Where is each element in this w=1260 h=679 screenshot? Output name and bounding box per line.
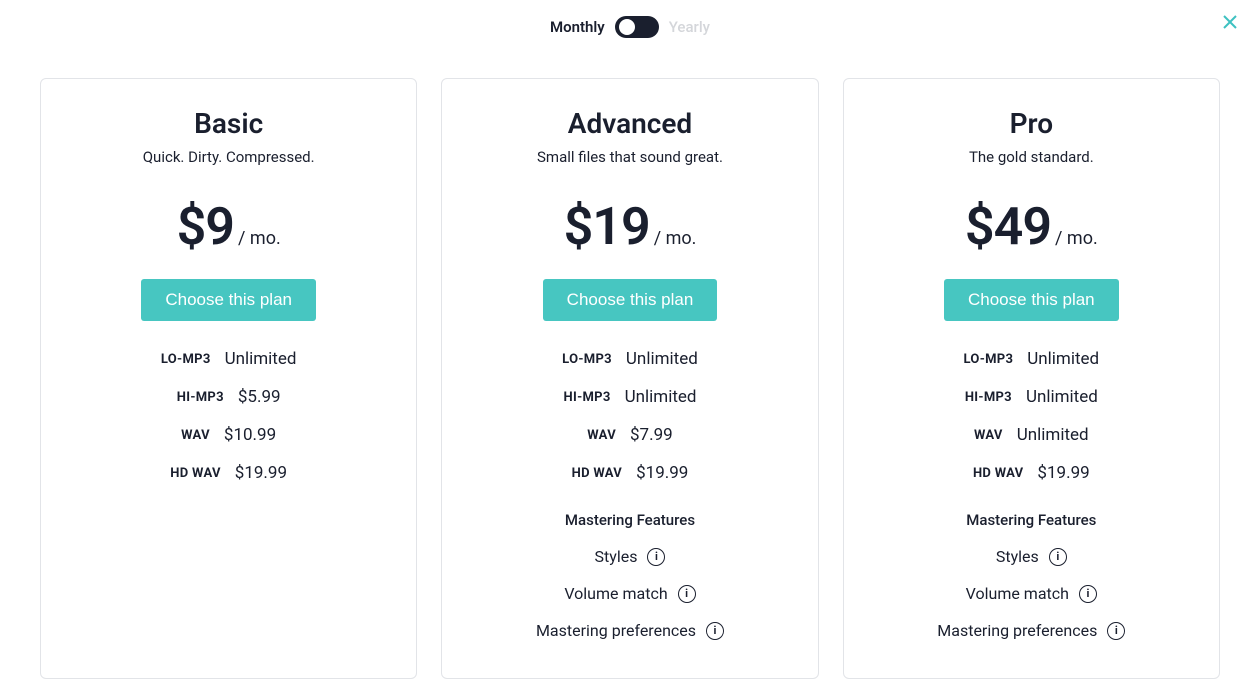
mastering-item-label: Styles <box>996 547 1039 566</box>
info-icon[interactable]: i <box>647 548 665 566</box>
feature-row: HI-MP3 $5.99 <box>61 387 396 407</box>
mastering-item-label: Mastering preferences <box>937 621 1097 640</box>
feature-row: HD WAV $19.99 <box>61 463 396 483</box>
monthly-label[interactable]: Monthly <box>550 18 605 36</box>
feature-key: HI-MP3 <box>965 390 1012 405</box>
info-icon[interactable]: i <box>678 585 696 603</box>
plan-card-pro: Pro The gold standard. $49/ mo. Choose this… <box>843 78 1220 679</box>
info-icon[interactable]: i <box>706 622 724 640</box>
mastering-item: Volume match i <box>864 584 1199 603</box>
price-period: / mo. <box>1055 228 1098 249</box>
feature-row: HI-MP3 Unlimited <box>864 387 1199 407</box>
price-row: $9/ mo. <box>61 196 396 257</box>
price-row: $49/ mo. <box>864 196 1199 257</box>
feature-value: $19.99 <box>636 463 688 483</box>
price-row: $19/ mo. <box>462 196 797 257</box>
price-amount: $19 <box>564 196 650 257</box>
feature-key: HI-MP3 <box>563 390 610 405</box>
mastering-item-label: Volume match <box>966 584 1069 603</box>
plan-name: Advanced <box>462 107 797 140</box>
yearly-label[interactable]: Yearly <box>669 18 710 36</box>
feature-row: LO-MP3 Unlimited <box>864 349 1199 369</box>
feature-row: WAV $7.99 <box>462 425 797 445</box>
price-period: / mo. <box>238 228 281 249</box>
mastering-item: Volume match i <box>462 584 797 603</box>
billing-toggle: Monthly Yearly <box>0 0 1260 48</box>
feature-list: LO-MP3 Unlimited HI-MP3 $5.99 WAV $10.99 HD WA… <box>61 349 396 483</box>
feature-value: Unlimited <box>625 387 697 407</box>
plan-tagline: Small files that sound great. <box>462 148 797 166</box>
choose-plan-button[interactable]: Choose this plan <box>141 279 316 321</box>
feature-value: Unlimited <box>1026 387 1098 407</box>
feature-key: HD WAV <box>572 466 622 481</box>
plan-card-basic: Basic Quick. Dirty. Compressed. $9/ mo. Cho… <box>40 78 417 679</box>
feature-value: Unlimited <box>626 349 698 369</box>
mastering-item: Mastering preferences i <box>462 621 797 640</box>
feature-value: $5.99 <box>238 387 281 407</box>
plan-tagline: The gold standard. <box>864 148 1199 166</box>
feature-value: $19.99 <box>1037 463 1089 483</box>
feature-key: LO-MP3 <box>562 352 612 367</box>
feature-value: $10.99 <box>224 425 276 445</box>
plan-card-advanced: Advanced Small files that sound great. $19… <box>441 78 818 679</box>
price-period: / mo. <box>654 228 697 249</box>
info-icon[interactable]: i <box>1049 548 1067 566</box>
feature-list: LO-MP3 Unlimited HI-MP3 Unlimited WAV Unlimit… <box>864 349 1199 483</box>
billing-switch[interactable] <box>615 16 659 38</box>
feature-value: $19.99 <box>235 463 287 483</box>
feature-key: LO-MP3 <box>964 352 1014 367</box>
feature-key: HI-MP3 <box>177 390 224 405</box>
feature-key: LO-MP3 <box>161 352 211 367</box>
choose-plan-button[interactable]: Choose this plan <box>944 279 1119 321</box>
mastering-item: Stylesi <box>864 547 1199 566</box>
feature-key: HD WAV <box>973 466 1023 481</box>
plan-name: Pro <box>864 107 1199 140</box>
feature-value: Unlimited <box>1027 349 1099 369</box>
feature-row: LO-MP3 Unlimited <box>61 349 396 369</box>
feature-value: Unlimited <box>225 349 297 369</box>
mastering-item: Mastering preferences i <box>864 621 1199 640</box>
close-icon[interactable] <box>1220 12 1240 36</box>
mastering-heading: Mastering Features <box>462 511 797 529</box>
feature-row: WAV $10.99 <box>61 425 396 445</box>
info-icon[interactable]: i <box>1079 585 1097 603</box>
mastering-item: Stylesi <box>462 547 797 566</box>
feature-row: LO-MP3 Unlimited <box>462 349 797 369</box>
feature-row: HD WAV $19.99 <box>864 463 1199 483</box>
mastering-heading: Mastering Features <box>864 511 1199 529</box>
mastering-item-label: Volume match <box>564 584 667 603</box>
info-icon[interactable]: i <box>1107 622 1125 640</box>
feature-key: WAV <box>587 428 616 443</box>
choose-plan-button[interactable]: Choose this plan <box>543 279 718 321</box>
feature-key: WAV <box>974 428 1003 443</box>
feature-key: HD WAV <box>170 466 220 481</box>
price-amount: $9 <box>177 196 234 257</box>
mastering-item-label: Mastering preferences <box>536 621 696 640</box>
feature-row: HI-MP3 Unlimited <box>462 387 797 407</box>
feature-row: WAV Unlimited <box>864 425 1199 445</box>
feature-key: WAV <box>181 428 210 443</box>
price-amount: $49 <box>965 196 1051 257</box>
feature-list: LO-MP3 Unlimited HI-MP3 Unlimited WAV $7.99 HD… <box>462 349 797 483</box>
feature-row: HD WAV $19.99 <box>462 463 797 483</box>
plan-tagline: Quick. Dirty. Compressed. <box>61 148 396 166</box>
plan-name: Basic <box>61 107 396 140</box>
mastering-item-label: Styles <box>595 547 638 566</box>
feature-value: Unlimited <box>1017 425 1089 445</box>
feature-value: $7.99 <box>630 425 673 445</box>
